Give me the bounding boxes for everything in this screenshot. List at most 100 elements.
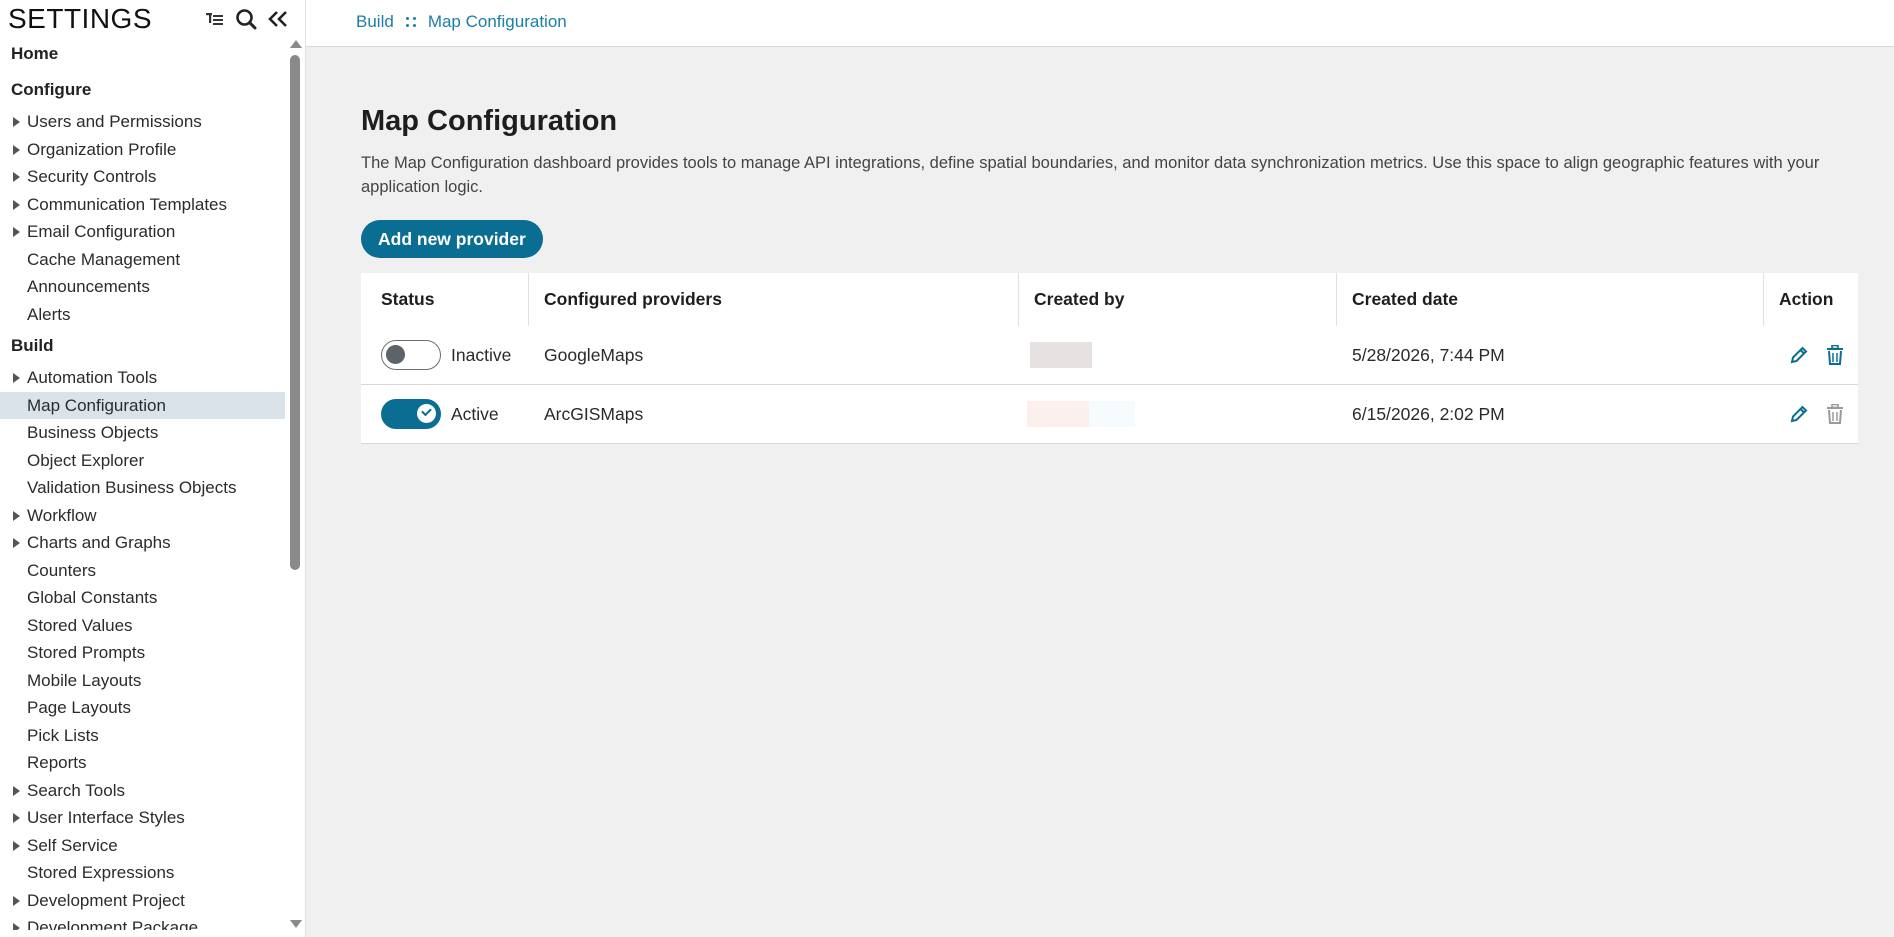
settings-tree: Home Configure Users and Permissions Orga… xyxy=(0,40,285,930)
created-date: 5/28/2026, 7:44 PM xyxy=(1352,344,1505,365)
edit-pencil-icon[interactable] xyxy=(1786,342,1812,368)
sidebar-item-label: Search Tools xyxy=(27,780,125,800)
edit-pencil-icon[interactable] xyxy=(1786,401,1812,427)
created-by-cell xyxy=(1019,326,1092,384)
sidebar-item-charts-and-graphs[interactable]: Charts and Graphs xyxy=(0,529,285,557)
sidebar-item-label: Validation Business Objects xyxy=(27,478,237,497)
sidebar-item-label: Cache Management xyxy=(27,249,181,269)
sidebar-item-label: Communication Templates xyxy=(27,194,227,214)
sidebar-item-label: Counters xyxy=(27,560,96,580)
sidebar-item-reports[interactable]: Reports xyxy=(0,749,285,777)
sidebar-item-cache-management[interactable]: Cache Management xyxy=(0,246,285,274)
scroll-up-arrow-icon[interactable] xyxy=(290,40,302,48)
sidebar-item-email-configuration[interactable]: Email Configuration xyxy=(0,218,285,246)
column-header-created-date[interactable]: Created date xyxy=(1352,273,1458,326)
expand-arrow-icon[interactable] xyxy=(13,785,20,796)
sidebar-item-user-interface-styles[interactable]: User Interface Styles xyxy=(0,804,285,832)
sidebar-item-security-controls[interactable]: Security Controls xyxy=(0,163,285,191)
toggle-knob xyxy=(417,404,436,423)
sidebar-section-configure[interactable]: Configure xyxy=(0,72,285,108)
settings-sidebar: SETTINGS Home Configure Users and Permis… xyxy=(0,0,306,937)
status-toggle[interactable] xyxy=(381,399,441,429)
providers-table: Status Configured providers Created by C… xyxy=(361,273,1858,444)
sidebar-item-label: Email Configuration xyxy=(27,222,176,241)
sidebar-section-build[interactable]: Build xyxy=(0,328,285,364)
sidebar-item-label: Reports xyxy=(27,753,87,772)
sidebar-item-development-package[interactable]: Development Package xyxy=(0,914,285,930)
sidebar-item-label: Object Explorer xyxy=(27,450,145,470)
expand-arrow-icon[interactable] xyxy=(13,813,20,823)
sidebar-section-home[interactable]: Home xyxy=(0,40,285,72)
sidebar-item-label: Development Package xyxy=(27,918,199,930)
sidebar-item-label: Global Constants xyxy=(27,588,158,607)
status-label: Inactive xyxy=(451,344,512,365)
sidebar-item-pick-lists[interactable]: Pick Lists xyxy=(0,722,285,750)
breadcrumb-build-link[interactable]: Build xyxy=(356,12,394,32)
expand-arrow-icon[interactable] xyxy=(13,172,20,182)
sidebar-item-label: Development Project xyxy=(27,890,185,910)
delete-trash-icon[interactable] xyxy=(1822,401,1848,427)
sidebar-item-counters[interactable]: Counters xyxy=(0,557,285,585)
expand-arrow-icon[interactable] xyxy=(13,895,20,906)
sidebar-item-label: Pick Lists xyxy=(27,725,99,745)
sidebar-item-automation-tools[interactable]: Automation Tools xyxy=(0,364,285,392)
sidebar-item-label: User Interface Styles xyxy=(27,808,185,827)
sidebar-item-global-constants[interactable]: Global Constants xyxy=(0,584,285,612)
created-by-redacted xyxy=(1089,401,1135,427)
sidebar-item-label: Stored Prompts xyxy=(27,643,146,662)
expand-arrow-icon[interactable] xyxy=(13,373,20,383)
add-new-provider-button[interactable]: Add new provider xyxy=(361,220,543,258)
sidebar-item-alerts[interactable]: Alerts xyxy=(0,301,285,329)
created-by-redacted xyxy=(1030,342,1092,368)
sidebar-item-label: Organization Profile xyxy=(27,139,177,159)
collapse-sidebar-icon[interactable] xyxy=(265,6,291,32)
sidebar-item-label: Announcements xyxy=(27,277,150,296)
scrollbar-thumb[interactable] xyxy=(290,55,300,570)
table-row: Inactive GoogleMaps 5/28/2026, 7:44 PM xyxy=(361,326,1858,385)
expand-arrow-icon[interactable] xyxy=(13,117,20,127)
sidebar-scrollbar[interactable] xyxy=(286,40,304,930)
created-by-redacted xyxy=(1027,401,1089,427)
sidebar-item-communication-templates[interactable]: Communication Templates xyxy=(0,191,285,219)
breadcrumb-current[interactable]: Map Configuration xyxy=(428,12,567,32)
column-header-created-by[interactable]: Created by xyxy=(1034,273,1124,326)
toggle-knob xyxy=(386,345,405,364)
sidebar-item-self-service[interactable]: Self Service xyxy=(0,832,285,860)
expand-arrow-icon[interactable] xyxy=(13,510,20,521)
sidebar-item-map-configuration[interactable]: Map Configuration xyxy=(0,391,285,419)
sidebar-item-mobile-layouts[interactable]: Mobile Layouts xyxy=(0,667,285,695)
sidebar-item-stored-values[interactable]: Stored Values xyxy=(0,612,285,640)
sidebar-item-search-tools[interactable]: Search Tools xyxy=(0,777,285,805)
sidebar-item-stored-expressions[interactable]: Stored Expressions xyxy=(0,859,285,887)
status-cell: Inactive xyxy=(381,326,511,384)
column-header-status[interactable]: Status xyxy=(381,273,434,326)
sidebar-item-announcements[interactable]: Announcements xyxy=(0,273,285,301)
sidebar-item-workflow[interactable]: Workflow xyxy=(0,502,285,530)
expand-arrow-icon[interactable] xyxy=(13,227,20,237)
sidebar-header: SETTINGS xyxy=(0,0,305,40)
sidebar-item-label: Security Controls xyxy=(27,167,157,186)
sidebar-item-stored-prompts[interactable]: Stored Prompts xyxy=(0,639,285,667)
sidebar-item-organization-profile[interactable]: Organization Profile xyxy=(0,136,285,164)
search-icon[interactable] xyxy=(233,6,259,32)
sidebar-item-object-explorer[interactable]: Object Explorer xyxy=(0,447,285,475)
sidebar-item-label: Page Layouts xyxy=(27,698,131,717)
tree-menu-icon[interactable] xyxy=(202,6,228,32)
sidebar-item-page-layouts[interactable]: Page Layouts xyxy=(0,694,285,722)
sidebar-item-development-project[interactable]: Development Project xyxy=(0,887,285,915)
sidebar-item-business-objects[interactable]: Business Objects xyxy=(0,419,285,447)
expand-arrow-icon[interactable] xyxy=(13,538,20,548)
expand-arrow-icon[interactable] xyxy=(13,923,20,930)
delete-trash-icon[interactable] xyxy=(1822,342,1848,368)
expand-arrow-icon[interactable] xyxy=(13,199,20,210)
status-toggle[interactable] xyxy=(381,340,441,370)
sidebar-item-users-and-permissions[interactable]: Users and Permissions xyxy=(0,108,285,136)
sidebar-item-label: Charts and Graphs xyxy=(27,533,171,552)
expand-arrow-icon[interactable] xyxy=(13,840,20,851)
sidebar-item-validation-business-objects[interactable]: Validation Business Objects xyxy=(0,474,285,502)
expand-arrow-icon[interactable] xyxy=(13,144,20,155)
page-description: The Map Configuration dashboard provides… xyxy=(361,154,1820,196)
scroll-down-arrow-icon[interactable] xyxy=(290,920,302,928)
column-header-provider[interactable]: Configured providers xyxy=(544,273,722,326)
created-by-cell xyxy=(1019,385,1135,443)
